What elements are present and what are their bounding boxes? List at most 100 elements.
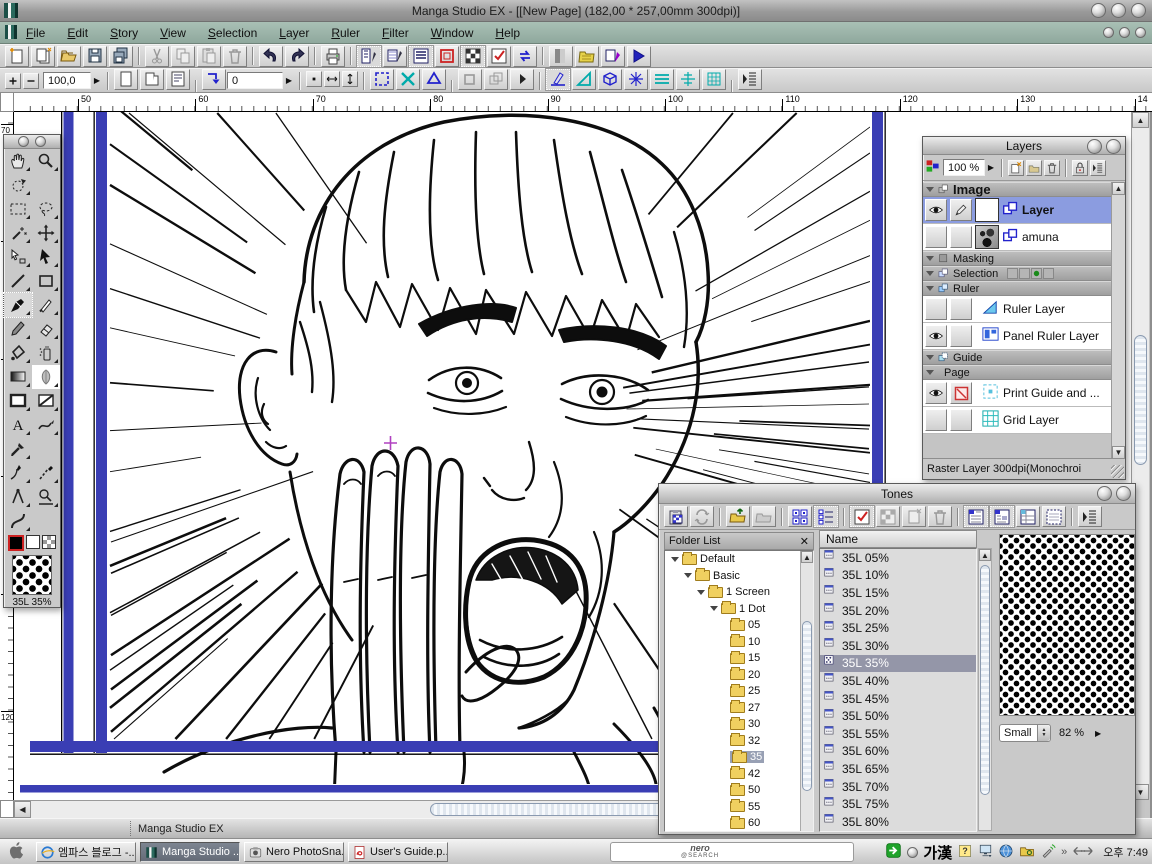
marquee-tool[interactable]	[4, 197, 32, 221]
folder-tree-scrollbar[interactable]: ▲	[800, 551, 813, 831]
tree-folder-55[interactable]: 55	[665, 799, 813, 816]
delete-tone-button[interactable]	[928, 506, 952, 527]
toggle-layers-button[interactable]	[383, 46, 407, 67]
zoom-out-button[interactable]	[23, 73, 39, 89]
group-button[interactable]	[458, 69, 482, 90]
toggle-tones-button[interactable]	[461, 46, 485, 67]
tone-item-35l-35-[interactable]: 35L 35%	[820, 655, 976, 673]
snap-perspective-button[interactable]	[598, 69, 622, 90]
magic-wand-tool[interactable]	[4, 221, 32, 245]
taskbar-task-2[interactable]: Manga Studio ...	[140, 842, 240, 862]
tone-item-35l-15-[interactable]: 35L 15%	[820, 584, 976, 602]
display-tray-icon[interactable]	[978, 843, 993, 861]
menu-layer[interactable]: Layer	[279, 26, 309, 40]
taskbar-task-3[interactable]: Nero PhotoSna...	[244, 842, 344, 862]
white-color-swatch[interactable]	[26, 535, 40, 549]
view-mode-4-button[interactable]	[1042, 506, 1066, 527]
paste-button[interactable]	[197, 46, 221, 67]
tree-scroll-thumb[interactable]	[802, 621, 812, 791]
pen-touch-tool[interactable]	[4, 461, 32, 485]
folder-up-button[interactable]	[726, 506, 750, 527]
layer-opacity-field[interactable]: 100 %	[943, 159, 985, 176]
tree-folder-default[interactable]: Default	[665, 551, 813, 568]
ungroup-button[interactable]	[484, 69, 508, 90]
minimize-button[interactable]	[1091, 3, 1106, 18]
title-bar[interactable]: Manga Studio EX - [[New Page] (182,00 * …	[0, 0, 1152, 22]
layers-collapse-button[interactable]	[1106, 139, 1121, 154]
visibility-toggle[interactable]	[925, 382, 947, 404]
list-scroll-up[interactable]: ▲	[979, 549, 991, 561]
toolbox-collapse-button[interactable]	[35, 136, 46, 147]
menu-story[interactable]: Story	[110, 26, 138, 40]
snap-cross-button[interactable]	[676, 69, 700, 90]
layer-row-grid-layer[interactable]: Grid Layer	[923, 407, 1113, 434]
layer-section-guide[interactable]: Guide	[923, 350, 1113, 365]
materials-button[interactable]	[575, 46, 599, 67]
edit-toggle[interactable]	[950, 199, 972, 221]
rotate-view-button[interactable]	[422, 69, 446, 90]
select-arrow-tool[interactable]	[32, 245, 60, 269]
folder-list-close-icon[interactable]: ✕	[800, 535, 809, 548]
shape-tool[interactable]	[32, 269, 60, 293]
tone-item-35l-10-[interactable]: 35L 10%	[820, 567, 976, 585]
close-button[interactable]	[1131, 3, 1146, 18]
toolbox-title-bar[interactable]	[4, 135, 60, 149]
marker-tool[interactable]	[4, 317, 32, 341]
new-folder-button[interactable]	[1026, 160, 1042, 176]
tones-collapse-button[interactable]	[1116, 486, 1131, 501]
taskbar-task-1[interactable]: 엠파스 블로그 -...	[36, 842, 136, 862]
layers-close-button[interactable]	[1087, 139, 1102, 154]
menu-filter[interactable]: Filter	[382, 26, 409, 40]
print-button[interactable]	[321, 46, 345, 67]
toolbox-close-button[interactable]	[18, 136, 29, 147]
flip-view-button[interactable]	[396, 69, 420, 90]
tone-item-35l-40-[interactable]: 35L 40%	[820, 672, 976, 690]
fill-tool[interactable]	[4, 341, 32, 365]
object-selector-tool[interactable]	[4, 245, 32, 269]
pattern-brush-tool[interactable]	[32, 365, 60, 389]
new-story-button[interactable]	[31, 46, 55, 67]
mech-pen-tool[interactable]	[32, 293, 60, 317]
snap-setsquare-button[interactable]	[572, 69, 596, 90]
fit-height-button[interactable]	[342, 71, 358, 87]
layer-section-image[interactable]: Image	[923, 182, 1113, 197]
tone-check-button[interactable]	[850, 506, 874, 527]
maximize-button[interactable]	[1111, 3, 1126, 18]
tree-folder-1-dot[interactable]: 1 Dot	[665, 601, 813, 618]
menu-window[interactable]: Window	[431, 26, 474, 40]
internet-tray-icon[interactable]	[998, 843, 1014, 862]
apply-tone-button[interactable]	[876, 506, 900, 527]
nero-scout-tray-icon[interactable]	[885, 842, 902, 862]
preview-size-select[interactable]: Small ▲▼	[999, 724, 1051, 742]
tree-folder-32[interactable]: 32	[665, 733, 813, 750]
visibility-toggle[interactable]	[925, 226, 947, 248]
layers-scrollbar[interactable]: ▲ ▼	[1111, 182, 1125, 459]
current-tone-chip[interactable]	[12, 555, 52, 595]
zoom-in-button[interactable]	[5, 73, 21, 89]
tone-item-35l-70-[interactable]: 35L 70%	[820, 778, 976, 796]
name-column-header[interactable]: Name	[819, 530, 977, 548]
actual-size-button[interactable]	[306, 71, 322, 87]
visibility-toggle[interactable]	[925, 409, 947, 431]
snap-ruler-button[interactable]	[546, 69, 570, 90]
tones-close-button[interactable]	[1097, 486, 1112, 501]
tones-title-bar[interactable]: Tones	[659, 484, 1135, 504]
delete-layer-button[interactable]	[1044, 160, 1060, 176]
layer-row-ruler-layer[interactable]: Ruler Layer	[923, 296, 1113, 323]
rotate-canvas-tool[interactable]	[4, 173, 32, 197]
view-mode-2-button[interactable]	[990, 506, 1014, 527]
menu-help[interactable]: Help	[495, 26, 520, 40]
page-presets-arrow[interactable]: ▶	[283, 76, 295, 85]
tree-folder-60[interactable]: 60	[665, 815, 813, 832]
tree-folder-15[interactable]: 15	[665, 650, 813, 667]
save-all-button[interactable]	[109, 46, 133, 67]
snap-frame-button[interactable]	[370, 69, 394, 90]
scroll-up-button[interactable]: ▲	[1132, 112, 1149, 128]
tones-menu-button[interactable]	[1078, 506, 1102, 527]
tray-overflow-chevrons[interactable]: »	[1061, 846, 1067, 858]
snap-grid-button[interactable]	[702, 69, 726, 90]
tone-item-35l-80-[interactable]: 35L 80%	[820, 813, 976, 831]
curve-ruler-tool[interactable]	[4, 509, 32, 533]
compass-tool[interactable]	[4, 485, 32, 509]
paste-tone-button[interactable]	[664, 506, 688, 527]
